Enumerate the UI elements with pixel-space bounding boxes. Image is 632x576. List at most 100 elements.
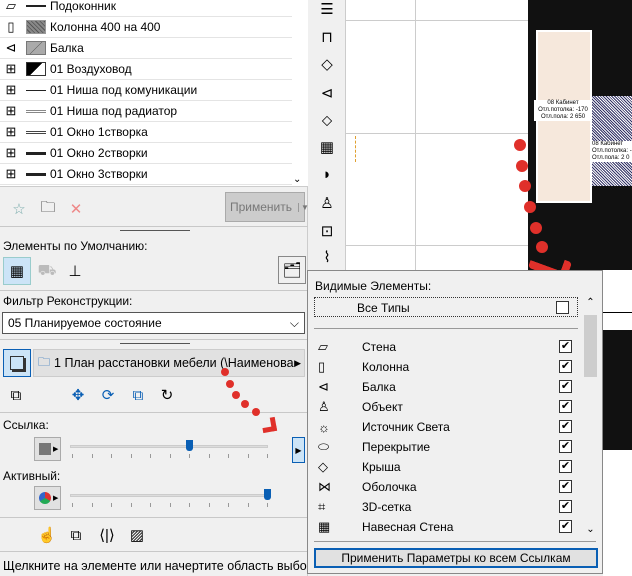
favorite-swatch bbox=[26, 151, 46, 155]
room-tag-line: Отл.пола: 2 0 bbox=[592, 155, 630, 161]
folders-icon[interactable]: 🗂 bbox=[278, 256, 306, 284]
defaults-title: Элементы по Умолчанию: bbox=[3, 239, 148, 253]
visible-element-row[interactable]: ▦ Навесная Стена ✔ bbox=[314, 517, 578, 537]
renovation-filter-dropdown[interactable]: 05 Планируемое состояние ⌵ bbox=[2, 312, 305, 334]
favorite-swatch bbox=[26, 41, 46, 55]
window-icon: ⊞ bbox=[5, 166, 17, 181]
compare-icon[interactable]: ⟨|⟩ bbox=[94, 522, 120, 548]
favorite-item[interactable]: ▯ Колонна 400 на 400 bbox=[0, 17, 292, 38]
visible-element-row[interactable]: ⬭ Перекрытие ✔ bbox=[314, 437, 578, 457]
reference-selector[interactable]: 🗀 1 План расстановки мебели (\Наименован… bbox=[33, 349, 305, 377]
delete-icon[interactable]: ✕ bbox=[63, 196, 89, 222]
move-icon[interactable]: ✥ bbox=[65, 382, 91, 408]
mirror-icon[interactable]: ⧉ bbox=[125, 382, 151, 408]
slider-thumb[interactable] bbox=[264, 489, 271, 500]
reference-toggle-button[interactable] bbox=[3, 349, 31, 377]
favorite-swatch bbox=[26, 62, 46, 76]
slider-tick bbox=[267, 454, 268, 458]
refresh-icon[interactable]: ↻ bbox=[154, 382, 180, 408]
scroll-down-icon[interactable]: ⌄ bbox=[583, 524, 598, 535]
active-color-button[interactable]: ▶ bbox=[34, 486, 61, 510]
slider-track bbox=[70, 445, 268, 448]
visible-element-row[interactable]: ☼ Источник Света ✔ bbox=[314, 417, 578, 437]
mesh-icon: ⌗ bbox=[318, 499, 326, 514]
active-slider[interactable] bbox=[70, 489, 271, 509]
apply-label: Применить bbox=[230, 200, 293, 214]
copy-icon[interactable]: ⧉ bbox=[63, 522, 89, 548]
zone-tool-icon[interactable]: ⊡ bbox=[313, 222, 341, 244]
favorite-label: Колонна 400 на 400 bbox=[50, 20, 161, 34]
visible-element-row[interactable]: ▯ Колонна ✔ bbox=[314, 357, 578, 377]
drawing-canvas[interactable] bbox=[345, 0, 528, 270]
apply-all-references-button[interactable]: Применить Параметры ко всем Ссылкам bbox=[314, 548, 598, 568]
visible-element-row[interactable]: ⋈ Оболочка ✔ bbox=[314, 477, 578, 497]
favorite-item[interactable]: ⊞ 01 Воздуховод bbox=[0, 59, 292, 80]
toolbox: ☰ ⊓ ◇ ⊲ ⬦ ▦ ◗ ♙ ⊡ ⌇ bbox=[309, 0, 345, 270]
rotate-icon[interactable]: ⟳ bbox=[95, 382, 121, 408]
slider-thumb[interactable] bbox=[186, 440, 194, 451]
mesh-tool-icon[interactable]: ⌇ bbox=[313, 248, 341, 270]
crane-icon[interactable]: ⊥ bbox=[62, 258, 88, 284]
object-tool-icon[interactable]: ♙ bbox=[313, 194, 341, 216]
visible-element-row[interactable]: ◇ Крыша ✔ bbox=[314, 457, 578, 477]
favorite-item[interactable]: ⊞ 01 Окно 3створки bbox=[0, 164, 292, 185]
slab-tool-icon[interactable]: ⬦ bbox=[313, 112, 341, 134]
swap-icon[interactable]: ⧉ bbox=[3, 382, 29, 408]
favorite-label: 01 Ниша под комуникации bbox=[50, 83, 198, 97]
element-type-checkbox[interactable]: ✔ bbox=[559, 460, 572, 473]
arrow-right-icon: ▶ bbox=[294, 357, 301, 368]
curtain-wall-tool-icon[interactable]: ▦ bbox=[313, 138, 341, 160]
slider-tick bbox=[169, 454, 171, 458]
lamp-icon: ☼ bbox=[318, 419, 330, 435]
element-type-checkbox[interactable]: ✔ bbox=[559, 480, 572, 493]
element-type-label: Стена bbox=[362, 340, 397, 354]
element-type-checkbox[interactable]: ✔ bbox=[559, 520, 572, 533]
favorite-item[interactable]: ▱ Подоконник bbox=[0, 0, 292, 17]
shell-tool-icon[interactable]: ⊲ bbox=[313, 84, 341, 106]
element-type-checkbox[interactable]: ✔ bbox=[559, 420, 572, 433]
element-type-checkbox[interactable]: ✔ bbox=[559, 400, 572, 413]
favorite-item[interactable]: ⊞ 01 Ниша под радиатор bbox=[0, 101, 292, 122]
select-hand-icon[interactable]: ☝ bbox=[34, 522, 60, 548]
floor-plan-drawing[interactable]: 08 Кабинет Отл.потолка: -170 Отл.пола: 2… bbox=[528, 0, 632, 270]
brick-icon[interactable]: ▦ bbox=[3, 257, 31, 285]
visible-element-row[interactable]: ♙ Объект ✔ bbox=[314, 397, 578, 417]
element-type-checkbox[interactable]: ✔ bbox=[559, 500, 572, 513]
scroll-thumb[interactable] bbox=[584, 315, 597, 377]
reference-slider[interactable] bbox=[70, 440, 268, 460]
stair-tool-icon[interactable]: ☰ bbox=[313, 0, 341, 22]
element-type-checkbox[interactable]: ✔ bbox=[559, 340, 572, 353]
favorite-item[interactable]: ⊞ 01 Окно 2створки bbox=[0, 143, 292, 164]
window-icon: ⊞ bbox=[5, 82, 17, 97]
new-folder-icon[interactable]: 🗀 bbox=[35, 196, 61, 222]
expand-popup-button[interactable]: ▶ bbox=[292, 437, 305, 463]
all-types-checkbox[interactable] bbox=[556, 301, 569, 314]
favorite-item[interactable]: ⊞ 01 Ниша под комуникации bbox=[0, 80, 292, 101]
favorite-item[interactable]: ⊞ 01 Окно 1створка bbox=[0, 122, 292, 143]
active-label: Активный: bbox=[3, 469, 61, 483]
visible-element-row[interactable]: ▱ Стена ✔ bbox=[314, 337, 578, 357]
element-type-checkbox[interactable]: ✔ bbox=[559, 360, 572, 373]
morph-tool-icon[interactable]: ◗ bbox=[313, 166, 341, 188]
slider-tick bbox=[111, 503, 112, 507]
hatch-icon[interactable]: ▨ bbox=[124, 522, 150, 548]
bulldozer-icon[interactable]: ⛟ bbox=[34, 258, 60, 284]
visible-element-row[interactable]: ⊲ Балка ✔ bbox=[314, 377, 578, 397]
apply-button[interactable]: Применить ▼ bbox=[225, 192, 309, 222]
railing-tool-icon[interactable]: ⊓ bbox=[313, 28, 341, 50]
visible-element-row[interactable]: ⌗ 3D-сетка ✔ bbox=[314, 497, 578, 517]
element-type-checkbox[interactable]: ✔ bbox=[559, 380, 572, 393]
scroll-up-icon[interactable]: ⌃ bbox=[583, 297, 598, 308]
all-types-row[interactable]: Все Типы bbox=[314, 297, 578, 317]
add-favorite-star-icon[interactable]: ☆ bbox=[6, 196, 32, 222]
roof-tool-icon[interactable]: ◇ bbox=[313, 55, 341, 77]
element-type-checkbox[interactable]: ✔ bbox=[559, 440, 572, 453]
element-type-label: Перекрытие bbox=[362, 440, 431, 454]
popup-scrollbar[interactable]: ⌃ ⌄ bbox=[583, 297, 598, 535]
reference-selected: 1 План расстановки мебели (\Наименован..… bbox=[54, 356, 295, 370]
favorite-swatch bbox=[26, 109, 46, 113]
favorite-item[interactable]: ⊲ Балка bbox=[0, 38, 292, 59]
slider-tick bbox=[91, 454, 93, 458]
scroll-down-arrow[interactable]: ⌄ bbox=[293, 174, 301, 185]
reference-color-button[interactable]: ▶ bbox=[34, 437, 61, 461]
